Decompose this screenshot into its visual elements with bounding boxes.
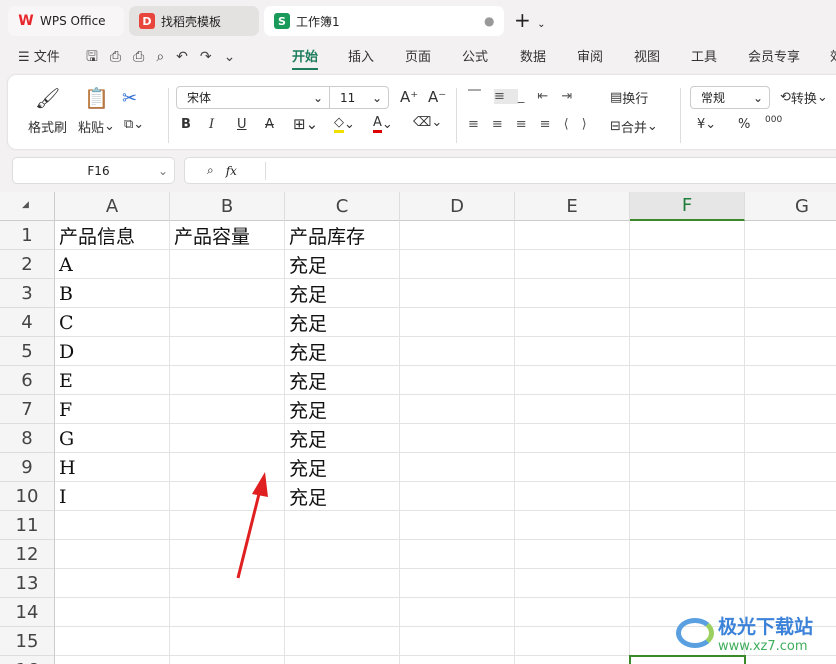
- watermark: 极光下载站 www.xz7.com: [676, 612, 813, 654]
- annotation-arrow: [236, 472, 268, 579]
- watermark-logo-icon: [676, 618, 714, 648]
